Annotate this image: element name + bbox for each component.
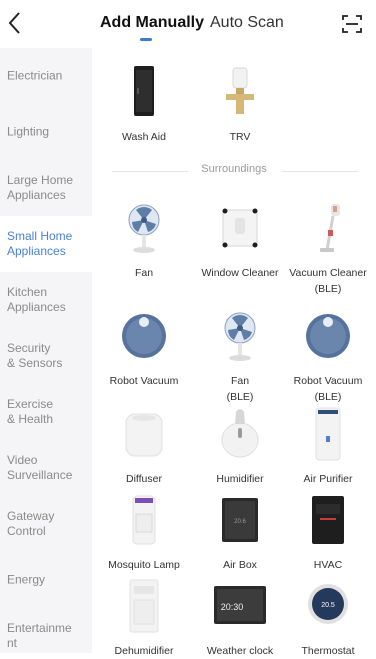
top-bar: Add Manually Auto Scan (0, 0, 376, 48)
mosquito-lamp-icon (132, 495, 156, 545)
device-mosquito-lamp[interactable]: Mosquito Lamp (96, 492, 192, 573)
air-purifier-icon (315, 407, 341, 461)
sidebar-item-kitchen-appliances[interactable]: Kitchen Appliances (0, 272, 92, 328)
chevron-left-icon[interactable] (4, 10, 28, 36)
sidebar-item-label: Video Surveillance (7, 453, 73, 482)
clock-time-text: 20:30 (221, 602, 244, 612)
robot-vacuum-icon (122, 314, 166, 358)
sidebar-item-label: Electrician (7, 68, 63, 83)
thermostat-value: 20.5 (321, 602, 335, 609)
category-sidebar: Electrician Lighting Large Home Applianc… (0, 48, 92, 653)
device-label: Fan (BLE) (226, 375, 254, 403)
dehumidifier-icon (129, 579, 159, 633)
air-box-icon: 20.6 (222, 498, 258, 542)
sidebar-item-label: Large Home Appliances (7, 173, 74, 202)
device-window-cleaner[interactable]: Window Cleaner (192, 200, 288, 281)
device-label: Vacuum Cleaner (BLE) (289, 267, 367, 295)
hvac-icon (312, 496, 344, 544)
device-air-box[interactable]: 20.6 Air Box (192, 492, 288, 573)
sidebar-item-label: Entertainme nt (7, 621, 72, 650)
sidebar-item-large-home-appliances[interactable]: Large Home Appliances (0, 160, 92, 216)
device-thermostat[interactable]: 20.5 Thermostat (280, 578, 376, 659)
device-label: Fan (134, 267, 154, 279)
device-air-purifier[interactable]: Air Purifier (280, 406, 376, 487)
window-cleaner-icon (222, 208, 258, 248)
device-label: Wash Aid (122, 131, 166, 143)
device-grid: Wash Aid TRV Surroundings Fan Window Cle… (92, 48, 376, 657)
weather-clock-icon: 20:30 (214, 586, 266, 624)
device-label: Weather clock (206, 645, 274, 657)
device-robot-vacuum-ble[interactable]: Robot Vacuum (BLE) (280, 308, 376, 405)
sidebar-item-label: Small Home Appliances (7, 229, 73, 258)
sidebar-item-security-sensors[interactable]: Security & Sensors (0, 328, 92, 384)
device-diffuser[interactable]: Diffuser (96, 406, 192, 487)
sidebar-item-gateway-control[interactable]: Gateway Control (0, 496, 92, 552)
humidifier-icon (221, 409, 259, 458)
vacuum-cleaner-icon (320, 204, 340, 252)
sidebar-item-electrician[interactable]: Electrician (0, 48, 92, 104)
device-hvac[interactable]: HVAC (280, 492, 376, 573)
device-label: Mosquito Lamp (108, 559, 180, 571)
device-label: Robot Vacuum (109, 375, 179, 387)
sidebar-item-video-surveillance[interactable]: Video Surveillance (0, 440, 92, 496)
section-header-surroundings: Surroundings (92, 160, 376, 180)
sidebar-item-label: Security & Sensors (7, 341, 63, 370)
sidebar-item-label: Gateway Control (7, 509, 55, 538)
device-fan[interactable]: Fan (96, 200, 192, 281)
scan-frame-icon[interactable] (340, 12, 364, 36)
sidebar-item-label: Lighting (7, 124, 50, 139)
device-vacuum-cleaner-ble[interactable]: Vacuum Cleaner (BLE) (280, 200, 376, 297)
device-label: TRV (229, 131, 251, 143)
trv-valve-icon (226, 67, 254, 114)
device-weather-clock[interactable]: 20:30 Weather clock (192, 578, 288, 659)
device-label: Air Purifier (303, 473, 353, 485)
section-title: Surroundings (201, 163, 267, 175)
device-label: HVAC (313, 559, 343, 571)
device-label: Thermostat (301, 645, 355, 657)
tab-add-manually[interactable]: Add Manually (100, 14, 204, 32)
tab-auto-scan[interactable]: Auto Scan (210, 14, 284, 32)
thermostat-icon: 20.5 (308, 584, 348, 624)
sidebar-item-label: Kitchen Appliances (7, 285, 66, 314)
robot-vacuum-icon (306, 314, 350, 358)
device-label: Robot Vacuum (BLE) (293, 375, 363, 403)
sidebar-item-label: Exercise & Health (7, 397, 54, 426)
fan-icon (128, 204, 160, 253)
device-label: Humidifier (216, 473, 264, 485)
device-label: Air Box (223, 559, 257, 571)
diffuser-icon (125, 413, 163, 457)
sidebar-item-small-home-appliances[interactable]: Small Home Appliances (0, 216, 92, 272)
sidebar-item-energy[interactable]: Energy (0, 552, 92, 608)
sidebar-item-label: Energy (7, 572, 46, 587)
fan-icon (224, 312, 256, 361)
sidebar-item-exercise-health[interactable]: Exercise & Health (0, 384, 92, 440)
device-label: Window Cleaner (201, 267, 279, 279)
device-wash-aid[interactable]: Wash Aid (96, 64, 192, 145)
air-box-value: 20.6 (234, 519, 246, 525)
device-label: Dehumidifier (114, 645, 174, 657)
device-dehumidifier[interactable]: Dehumidifier (96, 578, 192, 659)
device-humidifier[interactable]: Humidifier (192, 406, 288, 487)
device-label: Diffuser (126, 473, 162, 485)
device-robot-vacuum[interactable]: Robot Vacuum (96, 308, 192, 389)
active-tab-indicator (140, 38, 152, 41)
device-trv[interactable]: TRV (192, 64, 288, 145)
wash-aid-icon (134, 66, 154, 116)
sidebar-item-entertainment[interactable]: Entertainme nt (0, 608, 92, 653)
sidebar-item-lighting[interactable]: Lighting (0, 104, 92, 160)
device-fan-ble[interactable]: Fan (BLE) (192, 308, 288, 405)
